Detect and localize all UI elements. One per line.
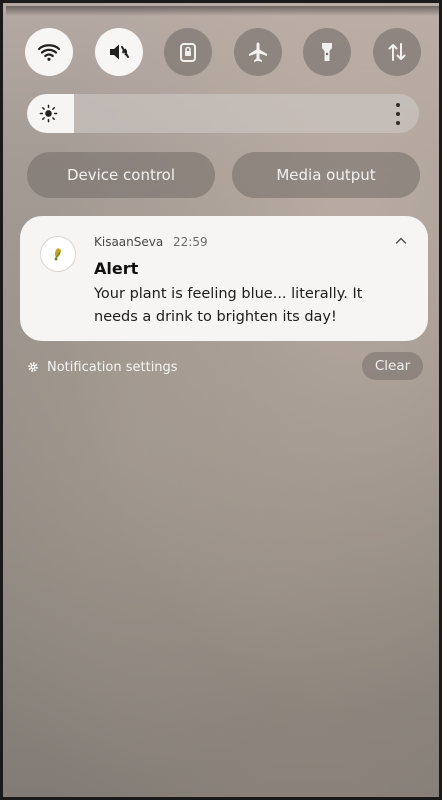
sound-toggle[interactable]	[94, 28, 143, 76]
quick-settings-row	[25, 28, 421, 76]
notification-settings-link[interactable]: Notification settings	[27, 358, 178, 376]
notification-app-name: KisaanSeva	[94, 235, 164, 249]
media-output-button[interactable]: Media output	[232, 152, 420, 198]
secure-folder-toggle[interactable]	[164, 28, 213, 76]
gear-icon	[28, 362, 38, 372]
more-vertical-icon[interactable]	[395, 103, 401, 125]
wifi-icon	[37, 44, 61, 61]
flashlight-toggle[interactable]	[303, 28, 352, 76]
data-arrows-icon	[388, 43, 406, 61]
status-bar-remnant	[6, 6, 439, 16]
lock-folder-icon	[180, 43, 197, 62]
notification-settings-label: Notification settings	[47, 359, 178, 375]
clear-button[interactable]: Clear	[362, 352, 423, 380]
notification-title: Alert	[94, 259, 139, 278]
notification-body: Your plant is feeling blue... literally.…	[94, 286, 363, 325]
notification-time: 22:59	[173, 235, 208, 249]
airplane-icon	[248, 42, 267, 62]
device-control-button[interactable]: Device control	[27, 152, 215, 198]
brightness-slider[interactable]	[27, 94, 419, 133]
chevron-up-icon[interactable]	[394, 234, 408, 248]
notification-shade: Device control Media output KisaanSeva 2…	[0, 0, 442, 800]
sun-icon	[39, 104, 58, 123]
notification-card[interactable]: KisaanSeva 22:59 Alert Your plant is fee…	[20, 216, 428, 341]
wifi-toggle[interactable]	[25, 28, 73, 76]
mobile-data-toggle[interactable]	[372, 28, 421, 76]
flashlight-icon	[322, 43, 333, 61]
airplane-mode-toggle[interactable]	[233, 28, 282, 76]
mute-icon	[109, 44, 129, 60]
kisaanseva-app-icon	[40, 236, 76, 272]
